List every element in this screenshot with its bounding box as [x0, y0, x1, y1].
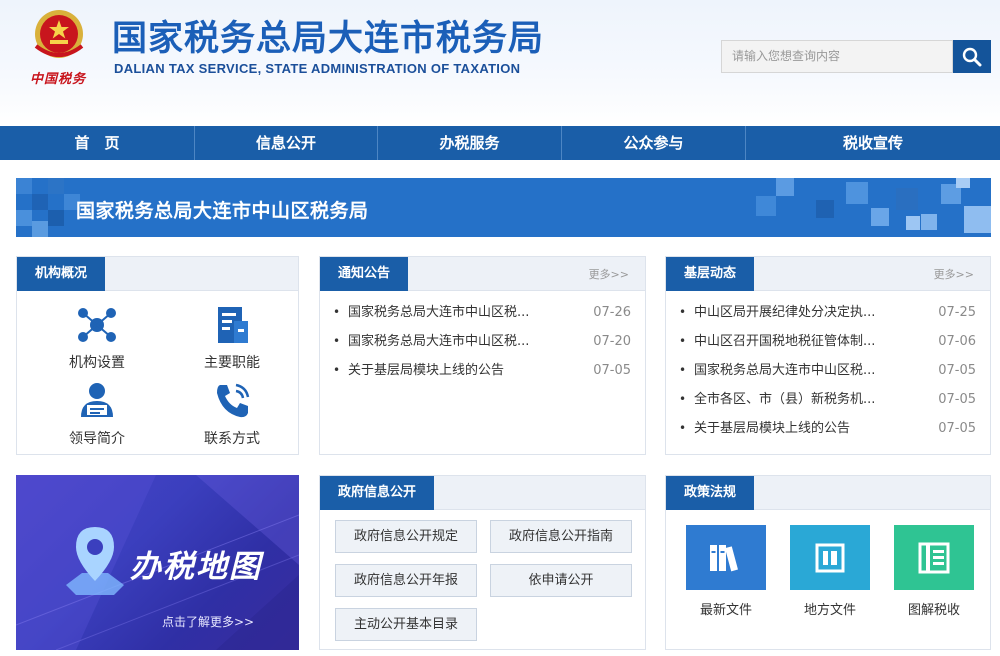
policy-tile	[686, 525, 766, 590]
nav-item-tax-promotion[interactable]: 税收宣传	[746, 126, 1000, 160]
list-item[interactable]: • 关于基层局模块上线的公告 07-05	[666, 414, 990, 443]
policy-local-files[interactable]: 地方文件	[790, 525, 870, 618]
panel-title[interactable]: 机构概况	[17, 257, 106, 291]
org-item-leaders[interactable]: 领导简介	[37, 381, 157, 448]
map-pin-icon	[66, 527, 124, 595]
list-item[interactable]: • 关于基层局模块上线的公告 07-05	[320, 356, 645, 385]
district-banner: 国家税务总局大连市中山区税务局	[16, 178, 991, 237]
nav-item-home[interactable]: 首 页	[0, 126, 195, 160]
panel-title[interactable]: 通知公告	[320, 257, 409, 291]
policy-label: 最新文件	[699, 603, 752, 618]
site-header: 中国税务 国家税务总局大连市税务局 DALIAN TAX SERVICE, ST…	[0, 0, 1000, 126]
books-icon	[710, 544, 738, 571]
more-link[interactable]: 更多>>	[934, 266, 974, 282]
gov-info-annual-report-button[interactable]: 政府信息公开年报	[335, 564, 477, 597]
nav-item-tax-service[interactable]: 办税服务	[378, 126, 562, 160]
grassroots-list: • 中山区局开展纪律处分决定执... 07-25 • 中山区召开国税地税征管体制...…	[666, 298, 990, 443]
policy-tile	[790, 525, 870, 590]
banner-title: 国家税务总局大连市中山区税务局	[76, 200, 369, 222]
org-structure-icon	[78, 308, 116, 342]
chart-book-icon	[918, 542, 950, 573]
grassroots-news-panel: 基层动态 更多>> • 中山区局开展纪律处分决定执... 07-25 • 中山区召开国…	[665, 256, 991, 455]
panel-header: 基层动态 更多>>	[666, 257, 990, 291]
policy-tile	[894, 525, 974, 590]
emblem-caption: 中国税务	[30, 72, 87, 87]
list-item[interactable]: • 全市各区、市（县）新税务机... 07-05	[666, 385, 990, 414]
leader-icon	[81, 383, 113, 417]
panel-header: 机构概况	[17, 257, 298, 291]
org-item-label: 领导简介	[69, 431, 125, 447]
org-item-label: 联系方式	[204, 431, 260, 447]
nav-item-public-participation[interactable]: 公众参与	[562, 126, 746, 160]
gov-info-rules-button[interactable]: 政府信息公开规定	[335, 520, 477, 553]
org-grid: 机构设置 主要职能 领导简介 联系方式	[17, 291, 298, 454]
list-item[interactable]: • 中山区局开展纪律处分决定执... 07-25	[666, 298, 990, 327]
panel-title[interactable]: 政策法规	[666, 476, 755, 510]
org-item-functions[interactable]: 主要职能	[172, 305, 292, 372]
site-title: 国家税务总局大连市税务局	[112, 19, 545, 59]
list-item[interactable]: • 国家税务总局大连市中山区税... 07-20	[320, 327, 645, 356]
site-subtitle: DALIAN TAX SERVICE, STATE ADMINISTRATION…	[114, 61, 521, 76]
more-link[interactable]: 更多>>	[589, 266, 629, 282]
tax-map-promo[interactable]: 办税地图 点击了解更多>>	[16, 475, 299, 650]
search-button[interactable]	[953, 40, 991, 73]
list-item[interactable]: • 国家税务总局大连市中山区税... 07-05	[666, 356, 990, 385]
list-item[interactable]: • 国家税务总局大连市中山区税... 07-26	[320, 298, 645, 327]
org-overview-panel: 机构概况 机构设置 主要职能 领导简介 联系方式	[16, 256, 299, 455]
search-icon	[962, 47, 982, 66]
gov-info-request-button[interactable]: 依申请公开	[490, 564, 632, 597]
panel-header: 政府信息公开	[320, 476, 645, 510]
policy-label: 地方文件	[803, 603, 856, 618]
org-item-structure[interactable]: 机构设置	[37, 305, 157, 372]
policy-label: 图解税收	[907, 603, 960, 618]
phone-icon	[217, 383, 250, 418]
main-nav: 首 页 信息公开 办税服务 公众参与 税收宣传	[0, 126, 1000, 160]
notices-panel: 通知公告 更多>> • 国家税务总局大连市中山区税... 07-26 • 国家税务总局…	[319, 256, 646, 455]
policy-illustrated-tax[interactable]: 图解税收	[894, 525, 974, 618]
org-item-label: 机构设置	[69, 355, 125, 371]
gov-info-catalog-button[interactable]: 主动公开基本目录	[335, 608, 477, 641]
list-item[interactable]: • 中山区召开国税地税征管体制... 07-06	[666, 327, 990, 356]
panel-header: 通知公告 更多>>	[320, 257, 645, 291]
search-input[interactable]: 请输入您想查询内容	[721, 40, 953, 73]
nav-item-info-disclosure[interactable]: 信息公开	[195, 126, 378, 160]
tax-emblem-icon[interactable]	[28, 6, 90, 66]
gov-info-panel: 政府信息公开 政府信息公开规定 政府信息公开指南 政府信息公开年报 依申请公开 …	[319, 475, 646, 650]
panel-title[interactable]: 基层动态	[666, 257, 755, 291]
document-icon	[815, 543, 845, 572]
building-icon	[218, 307, 248, 343]
org-item-label: 主要职能	[204, 355, 260, 371]
policy-latest-files[interactable]: 最新文件	[686, 525, 766, 618]
panel-header: 政策法规	[666, 476, 990, 510]
map-more-link[interactable]: 点击了解更多>>	[162, 613, 254, 630]
gov-info-guide-button[interactable]: 政府信息公开指南	[490, 520, 632, 553]
org-item-contact[interactable]: 联系方式	[172, 381, 292, 448]
panel-title[interactable]: 政府信息公开	[320, 476, 435, 510]
policy-panel: 政策法规 最新文件 地方文件 图解税收	[665, 475, 991, 650]
notice-list: • 国家税务总局大连市中山区税... 07-26 • 国家税务总局大连市中山区税...…	[320, 298, 645, 385]
map-title: 办税地图	[130, 549, 262, 585]
